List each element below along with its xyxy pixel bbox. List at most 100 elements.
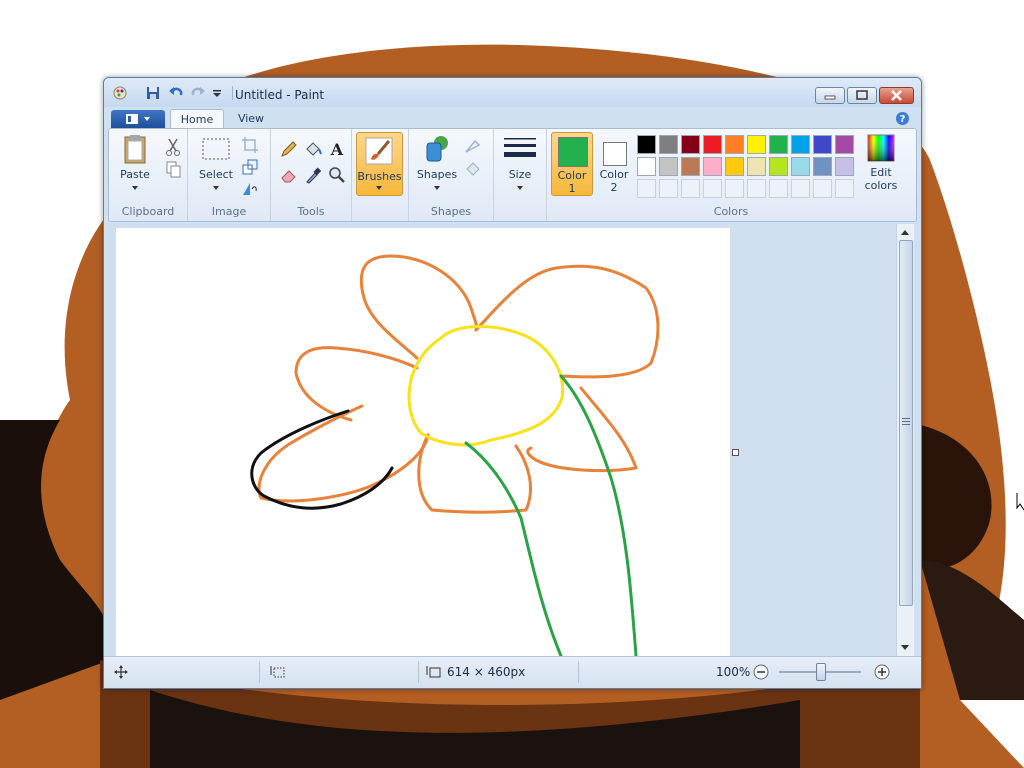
help-icon[interactable]: ? xyxy=(895,111,910,126)
minimize-button[interactable] xyxy=(815,87,845,104)
scroll-up-icon[interactable] xyxy=(900,228,910,236)
palette-swatch[interactable] xyxy=(835,135,854,154)
color2-button[interactable]: Color 2 xyxy=(594,132,634,194)
shapes-button[interactable]: Shapes xyxy=(415,133,459,194)
fill-icon[interactable] xyxy=(463,159,483,179)
palette-swatch[interactable] xyxy=(725,135,744,154)
zoom-level: 100% xyxy=(716,665,751,679)
outline-icon[interactable] xyxy=(463,137,483,157)
zoom-out-icon[interactable] xyxy=(753,664,769,680)
zoom-in-icon[interactable] xyxy=(874,664,890,680)
paste-label: Paste xyxy=(120,168,150,181)
eraser-icon[interactable] xyxy=(279,165,299,185)
zoom-slider-thumb[interactable] xyxy=(816,663,826,681)
brushes-group: Brushes xyxy=(352,129,409,221)
selection-size-icon xyxy=(270,666,285,678)
close-button[interactable] xyxy=(879,87,914,104)
palette-swatch[interactable] xyxy=(747,157,766,176)
scroll-thumb[interactable] xyxy=(899,240,913,606)
palette-swatch[interactable] xyxy=(637,135,656,154)
palette-empty-swatch[interactable] xyxy=(769,179,788,198)
palette-empty-swatch[interactable] xyxy=(681,179,700,198)
colors-group-label: Colors xyxy=(713,205,749,218)
save-icon[interactable] xyxy=(146,86,160,100)
palette-swatch[interactable] xyxy=(791,157,810,176)
palette-swatch[interactable] xyxy=(703,157,722,176)
copy-icon[interactable] xyxy=(163,159,183,179)
title-bar: Untitled - Paint xyxy=(104,78,921,107)
paint-menu-button[interactable] xyxy=(111,110,165,128)
color2-label-line2: 2 xyxy=(610,181,618,194)
palette-empty-swatch[interactable] xyxy=(637,179,656,198)
palette-swatch[interactable] xyxy=(725,157,744,176)
flower-drawing xyxy=(250,254,660,658)
petal-right-lower xyxy=(526,386,638,473)
ribbon-tabs: Home View ? xyxy=(104,107,921,130)
canvas-resize-handle[interactable] xyxy=(732,449,739,456)
color-palette xyxy=(637,135,859,201)
petal-right xyxy=(474,264,660,379)
palette-empty-swatch[interactable] xyxy=(725,179,744,198)
size-icon xyxy=(504,138,536,157)
edit-colors-button[interactable]: Edit colors xyxy=(859,133,903,192)
palette-swatch[interactable] xyxy=(659,157,678,176)
palette-swatch[interactable] xyxy=(681,135,700,154)
palette-empty-swatch[interactable] xyxy=(703,179,722,198)
window-title: Untitled - Paint xyxy=(235,88,325,102)
brushes-label: Brushes xyxy=(357,170,402,183)
fill-bucket-icon[interactable] xyxy=(303,139,323,159)
palette-empty-swatch[interactable] xyxy=(747,179,766,198)
palette-swatch[interactable] xyxy=(747,135,766,154)
size-button[interactable]: Size xyxy=(500,133,540,194)
palette-empty-swatch[interactable] xyxy=(659,179,678,198)
palette-swatch[interactable] xyxy=(703,135,722,154)
paint-window: Untitled - Paint Home View ? Paste Clipb… xyxy=(103,77,922,689)
scroll-grip-icon xyxy=(902,418,910,425)
palette-swatch[interactable] xyxy=(637,157,656,176)
color-picker-icon[interactable] xyxy=(303,165,323,185)
customize-quick-access-icon[interactable] xyxy=(212,87,222,99)
crop-icon[interactable] xyxy=(240,135,260,155)
palette-empty-swatch[interactable] xyxy=(791,179,810,198)
undo-icon[interactable] xyxy=(168,86,184,100)
tools-group: A Tools xyxy=(271,129,352,221)
cut-icon[interactable] xyxy=(163,137,183,157)
size-dropdown-icon xyxy=(517,186,523,190)
minimize-icon xyxy=(824,95,836,100)
palette-empty-swatch[interactable] xyxy=(813,179,832,198)
paste-button[interactable]: Paste xyxy=(115,133,155,194)
paint-app-icon xyxy=(113,86,127,100)
title-separator xyxy=(232,86,233,100)
palette-swatch[interactable] xyxy=(659,135,678,154)
tab-view[interactable]: View xyxy=(226,109,276,129)
rotate-icon[interactable] xyxy=(240,179,260,199)
drawing-canvas[interactable] xyxy=(116,228,730,658)
canvas-size-icon xyxy=(426,666,441,678)
brush-icon xyxy=(365,137,393,165)
brushes-button[interactable]: Brushes xyxy=(356,132,403,196)
maximize-button[interactable] xyxy=(847,87,877,104)
image-group-label: Image xyxy=(211,205,247,218)
palette-swatch[interactable] xyxy=(681,157,700,176)
redo-icon[interactable] xyxy=(190,86,206,100)
magnifier-icon[interactable] xyxy=(327,165,347,185)
resize-icon[interactable] xyxy=(240,157,260,177)
palette-swatch[interactable] xyxy=(813,135,832,154)
size-group: Size xyxy=(494,129,547,221)
tab-home[interactable]: Home xyxy=(170,109,224,130)
palette-swatch[interactable] xyxy=(769,157,788,176)
palette-swatch[interactable] xyxy=(813,157,832,176)
text-tool-icon[interactable]: A xyxy=(327,139,347,159)
palette-swatch[interactable] xyxy=(835,157,854,176)
select-button[interactable]: Select xyxy=(196,133,236,194)
colors-group: Color 1 Color 2 Edit colors Colors xyxy=(547,129,915,221)
palette-swatch[interactable] xyxy=(769,135,788,154)
vertical-scrollbar[interactable] xyxy=(896,224,914,656)
scroll-down-icon[interactable] xyxy=(900,644,910,652)
edit-colors-line2: colors xyxy=(864,179,898,192)
pencil-icon[interactable] xyxy=(279,139,299,159)
palette-empty-swatch[interactable] xyxy=(835,179,854,198)
mouse-cursor-icon xyxy=(1016,493,1024,511)
color1-button[interactable]: Color 1 xyxy=(551,132,593,196)
palette-swatch[interactable] xyxy=(791,135,810,154)
